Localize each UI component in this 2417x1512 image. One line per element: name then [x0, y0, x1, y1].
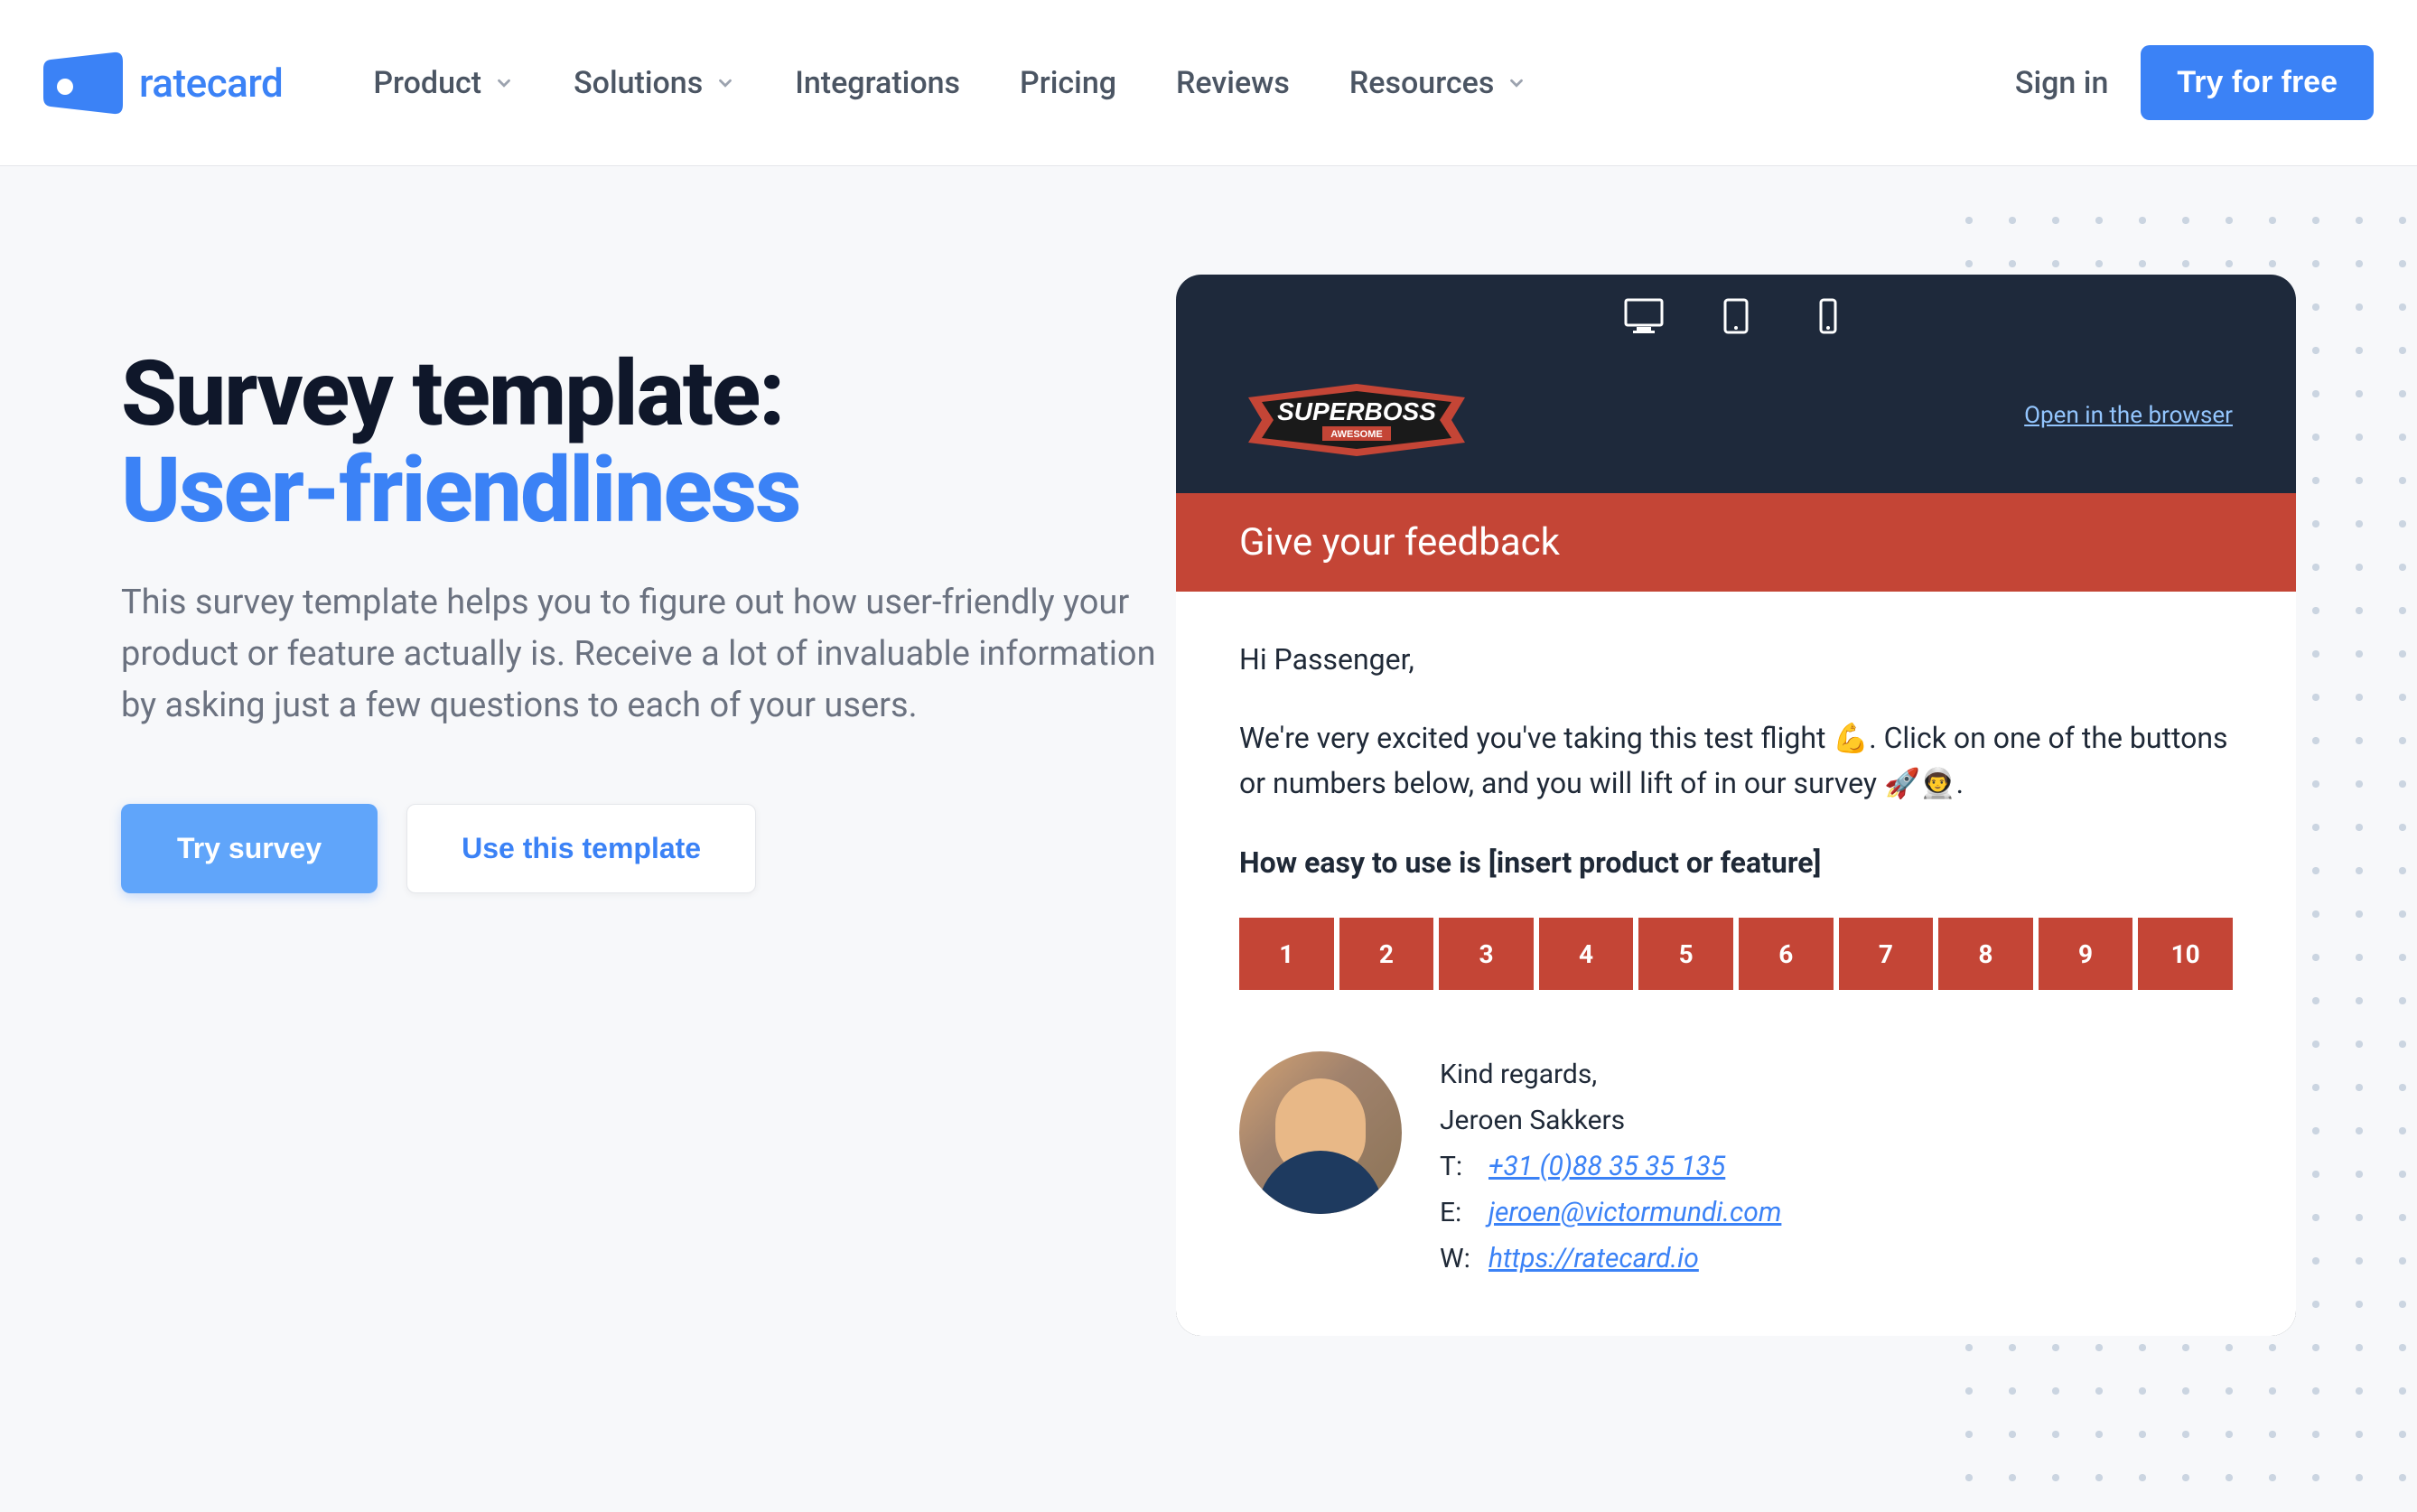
hero-content: Survey template: User-friendliness This … — [121, 347, 1241, 893]
logo-text: ratecard — [139, 60, 283, 107]
logo[interactable]: ratecard — [43, 49, 283, 117]
signin-link[interactable]: Sign in — [2015, 65, 2109, 101]
rating-1[interactable]: 1 — [1239, 918, 1334, 990]
desktop-icon[interactable] — [1624, 298, 1664, 334]
email-body: Hi Passenger, We're very excited you've … — [1176, 592, 2296, 1336]
main-nav: Product Solutions Integrations Pricing R… — [373, 65, 2015, 101]
rating-3[interactable]: 3 — [1439, 918, 1534, 990]
page-title-line2: User-friendliness — [121, 442, 1241, 541]
signature-text: Kind regards, Jeroen Sakkers T: +31 (0)8… — [1440, 1051, 1781, 1282]
rating-6[interactable]: 6 — [1739, 918, 1834, 990]
web-label: W: — [1440, 1236, 1479, 1282]
web-link[interactable]: https://ratecard.io — [1488, 1236, 1699, 1282]
rating-8[interactable]: 8 — [1938, 918, 2033, 990]
try-free-button[interactable]: Try for free — [2141, 45, 2374, 120]
logo-icon — [43, 49, 126, 117]
page-description: This survey template helps you to figure… — [121, 577, 1169, 732]
nav-solutions[interactable]: Solutions — [574, 65, 735, 101]
superboss-logo: SUPERBOSS AWESOME — [1239, 370, 1474, 461]
site-header: ratecard Product Solutions Integrations … — [0, 0, 2417, 166]
rating-9[interactable]: 9 — [2039, 918, 2133, 990]
email-label: E: — [1440, 1190, 1479, 1236]
avatar — [1239, 1051, 1402, 1214]
email-link[interactable]: jeroen@victormundi.com — [1488, 1190, 1781, 1236]
phone-link[interactable]: +31 (0)88 35 35 135 — [1488, 1143, 1725, 1190]
nav-resources[interactable]: Resources — [1349, 65, 1526, 101]
nav-pricing[interactable]: Pricing — [1020, 65, 1116, 101]
preview-header: SUPERBOSS AWESOME Open in the browser — [1176, 354, 2296, 493]
chevron-down-icon — [1507, 73, 1526, 93]
signature-name: Jeroen Sakkers — [1440, 1097, 1781, 1143]
hero-section: Survey template: User-friendliness This … — [0, 166, 2417, 893]
signature-regards: Kind regards, — [1440, 1051, 1781, 1097]
survey-question: How easy to use is [insert product or fe… — [1239, 845, 2233, 880]
rating-scale: 1 2 3 4 5 6 7 8 9 10 — [1239, 918, 2233, 990]
rating-4[interactable]: 4 — [1539, 918, 1634, 990]
mobile-icon[interactable] — [1808, 298, 1848, 334]
phone-label: T: — [1440, 1143, 1479, 1190]
open-in-browser-link[interactable]: Open in the browser — [2024, 402, 2233, 429]
rating-2[interactable]: 2 — [1339, 918, 1434, 990]
rating-10[interactable]: 10 — [2138, 918, 2233, 990]
try-survey-button[interactable]: Try survey — [121, 804, 378, 893]
page-title-line1: Survey template: — [121, 347, 1241, 442]
svg-text:AWESOME: AWESOME — [1330, 429, 1382, 440]
auth-actions: Sign in Try for free — [2015, 45, 2374, 120]
nav-reviews[interactable]: Reviews — [1176, 65, 1290, 101]
device-switcher — [1176, 275, 2296, 354]
chevron-down-icon — [715, 73, 735, 93]
email-greeting: Hi Passenger, — [1239, 642, 2233, 677]
chevron-down-icon — [494, 73, 514, 93]
email-signature: Kind regards, Jeroen Sakkers T: +31 (0)8… — [1239, 1051, 2233, 1282]
rating-7[interactable]: 7 — [1839, 918, 1934, 990]
email-intro: We're very excited you've taking this te… — [1239, 716, 2233, 806]
nav-integrations[interactable]: Integrations — [795, 65, 960, 101]
tablet-icon[interactable] — [1716, 298, 1756, 334]
use-template-button[interactable]: Use this template — [406, 804, 756, 893]
rating-5[interactable]: 5 — [1638, 918, 1733, 990]
hero-buttons: Try survey Use this template — [121, 804, 1241, 893]
nav-product[interactable]: Product — [373, 65, 514, 101]
survey-preview-card: SUPERBOSS AWESOME Open in the browser Gi… — [1176, 275, 2296, 1336]
svg-text:SUPERBOSS: SUPERBOSS — [1277, 397, 1436, 425]
feedback-title-bar: Give your feedback — [1176, 493, 2296, 592]
